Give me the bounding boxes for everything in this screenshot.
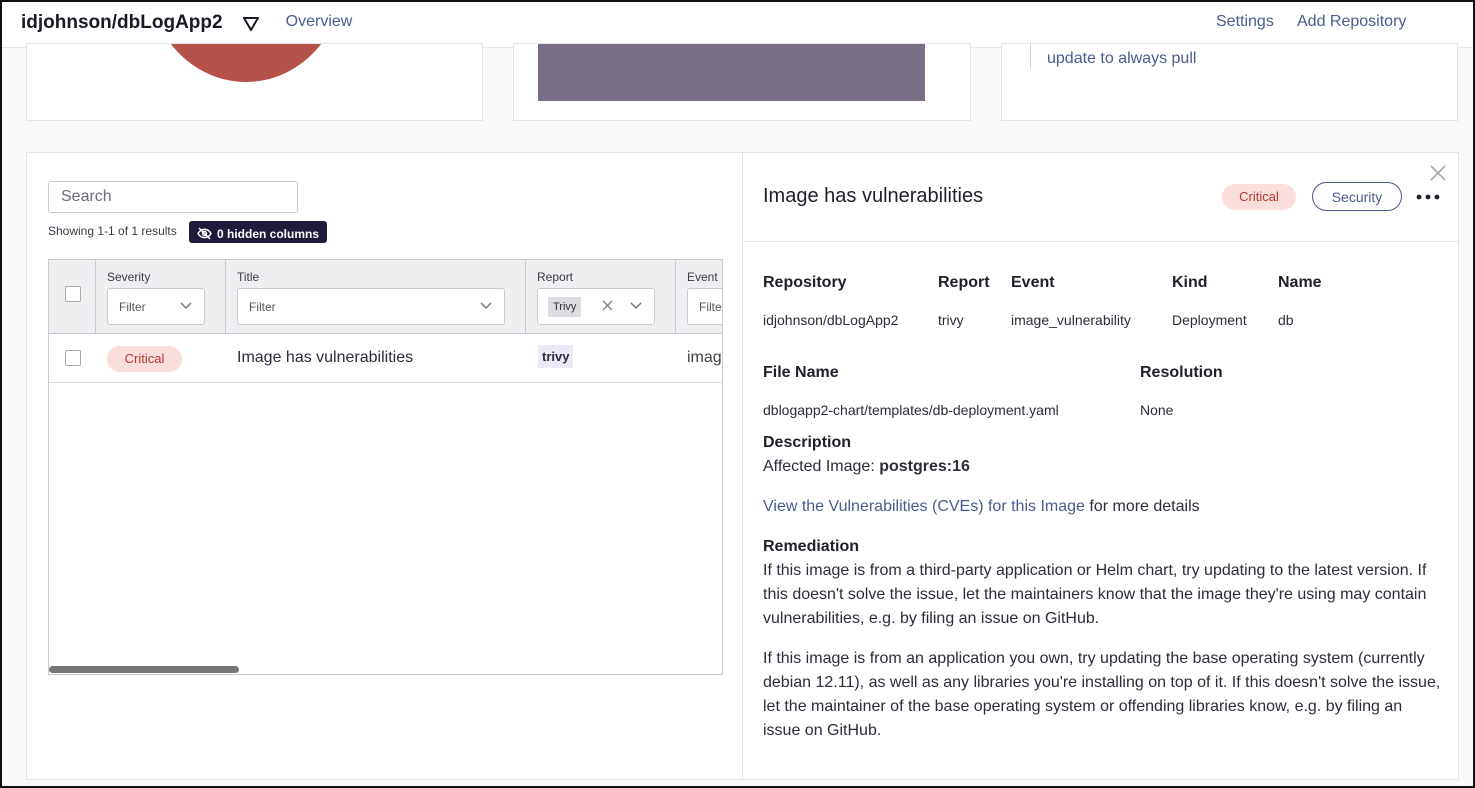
timeline-line	[1030, 44, 1031, 68]
detail-divider	[743, 241, 1459, 242]
title-filter-placeholder: Filter	[249, 300, 276, 314]
hidden-columns-button[interactable]: 0 hidden columns	[189, 221, 328, 243]
bar-chart-bar	[538, 44, 925, 101]
event-filter[interactable]: Filter	[687, 288, 722, 325]
close-icon[interactable]	[1429, 164, 1447, 182]
summary-card-bar	[513, 43, 971, 121]
severity-filter[interactable]: Filter	[107, 288, 205, 325]
settings-link[interactable]: Settings	[1216, 13, 1274, 31]
chevron-down-icon	[480, 302, 492, 310]
affected-image-value: postgres:16	[879, 458, 970, 475]
title-filter[interactable]: Filter	[237, 288, 505, 325]
remediation-paragraph-2: If this image is from an application you…	[763, 650, 1441, 739]
cve-link[interactable]: View the Vulnerabilities (CVEs) for this…	[763, 498, 1085, 515]
affected-image-prefix: Affected Image:	[763, 458, 880, 475]
column-report-label: Report	[537, 270, 574, 284]
affected-image-line: Affected Image: postgres:16	[763, 455, 1443, 479]
file-name-label: File Name	[763, 364, 839, 381]
select-all-cell	[49, 260, 96, 334]
name-value: db	[1278, 312, 1294, 328]
column-title: Title Filter	[226, 260, 526, 334]
chevron-down-icon	[630, 302, 642, 310]
column-event: Event Filter	[676, 260, 722, 334]
report-filter[interactable]: Trivy	[537, 288, 655, 325]
search-input[interactable]	[48, 181, 298, 213]
report-value: trivy	[938, 312, 964, 328]
cve-line: View the Vulnerabilities (CVEs) for this…	[763, 495, 1443, 519]
column-report: Report Trivy	[526, 260, 676, 334]
kind-label: Kind	[1172, 274, 1208, 291]
more-options-icon[interactable]	[1416, 194, 1440, 200]
row-event: imag	[687, 349, 722, 366]
repository-label: Repository	[763, 274, 847, 291]
kind-value: Deployment	[1172, 312, 1247, 328]
chevron-down-icon	[180, 302, 192, 310]
table-row[interactable]: Critical Image has vulnerabilities trivy…	[49, 334, 722, 383]
remediation-paragraph-1: If this image is from a third-party appl…	[763, 562, 1427, 627]
tab-overview[interactable]: Overview	[266, 2, 372, 48]
add-repository-link[interactable]: Add Repository	[1297, 13, 1406, 31]
repo-name: idjohnson/dbLogApp2	[21, 12, 223, 33]
column-title-label: Title	[237, 270, 260, 284]
row-title: Image has vulnerabilities	[237, 349, 414, 366]
hidden-columns-label: 0 hidden columns	[217, 226, 320, 241]
results-count: Showing 1-1 of 1 results	[48, 224, 177, 238]
action-item-link[interactable]: update to always pull	[1047, 50, 1196, 68]
resolution-value: None	[1140, 402, 1174, 418]
description-label: Description	[763, 434, 852, 451]
summary-card-actions: update to always pull	[1001, 43, 1458, 121]
column-severity: Severity Filter	[96, 260, 226, 334]
repo-dropdown-icon[interactable]	[242, 16, 260, 32]
clear-icon[interactable]	[602, 300, 613, 311]
remediation-label: Remediation	[763, 538, 860, 555]
table-header: Severity Filter Title Filter Report Triv…	[49, 260, 722, 334]
main-content: update to always pull Showing 1-1 of 1 r…	[2, 43, 1473, 786]
action-items-panel: Showing 1-1 of 1 results 0 hidden column…	[26, 152, 1459, 780]
app-window: idjohnson/dbLogApp2 Overview Settings Ad…	[0, 0, 1475, 788]
row-checkbox[interactable]	[65, 350, 81, 366]
top-bar: idjohnson/dbLogApp2 Overview Settings Ad…	[2, 2, 1473, 48]
resolution-label: Resolution	[1140, 364, 1223, 381]
detail-severity-badge: Critical	[1222, 184, 1296, 210]
event-filter-placeholder: Filter	[699, 300, 722, 314]
action-items-table: Severity Filter Title Filter Report Triv…	[48, 259, 723, 675]
horizontal-scrollbar[interactable]	[49, 666, 239, 673]
file-name-value: dblogapp2-chart/templates/db-deployment.…	[763, 402, 1059, 418]
column-event-label: Event	[687, 270, 718, 284]
select-all-checkbox[interactable]	[65, 286, 81, 302]
row-report: trivy	[538, 345, 574, 368]
summary-card-pie	[26, 43, 483, 121]
severity-badge: Critical	[107, 346, 182, 372]
detail-pane: Image has vulnerabilities Critical Secur…	[742, 153, 1459, 779]
column-severity-label: Severity	[107, 270, 151, 284]
report-label: Report	[938, 274, 990, 291]
event-label: Event	[1011, 274, 1055, 291]
severity-filter-placeholder: Filter	[119, 300, 146, 314]
event-value: image_vulnerability	[1011, 312, 1131, 328]
detail-category-badge: Security	[1312, 182, 1402, 211]
detail-title: Image has vulnerabilities	[763, 185, 984, 207]
pie-chart	[147, 44, 345, 82]
eye-slash-icon	[197, 227, 212, 240]
name-label: Name	[1278, 274, 1322, 291]
cve-suffix: for more details	[1084, 498, 1200, 515]
report-filter-tag: Trivy	[548, 297, 582, 317]
repository-value: idjohnson/dbLogApp2	[763, 312, 899, 328]
